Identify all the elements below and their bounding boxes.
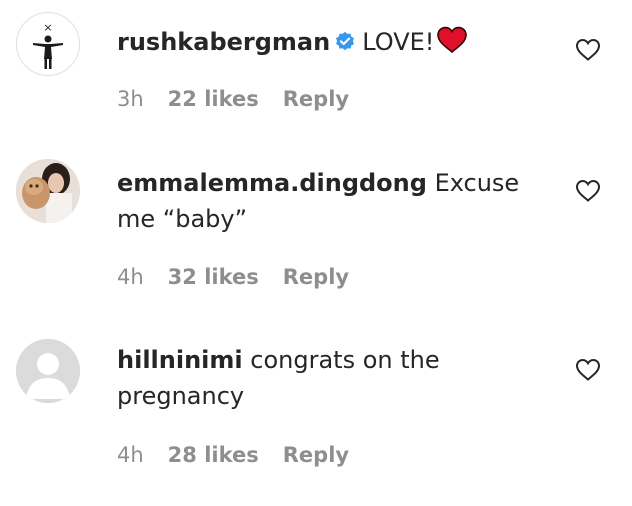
comment-username[interactable]: rushkabergman (117, 28, 330, 56)
comment-username[interactable]: emmalemma.dingdong (117, 169, 427, 197)
comment-likes[interactable]: 22 likes (168, 87, 259, 111)
comment-time: 4h (117, 265, 144, 289)
comment-likes[interactable]: 32 likes (168, 265, 259, 289)
comment-body: LOVE! (362, 28, 435, 56)
avatar[interactable] (16, 339, 80, 403)
avatar[interactable]: × (16, 12, 80, 76)
comment-text: rushkabergman LOVE! (117, 24, 527, 64)
comment-meta: 4h 32 likes Reply (117, 265, 373, 289)
heart-outline-icon[interactable] (575, 38, 601, 62)
comment-meta: 4h 28 likes Reply (117, 443, 373, 467)
heart-outline-icon[interactable] (575, 358, 601, 382)
reply-button[interactable]: Reply (283, 265, 349, 289)
heart-outline-icon[interactable] (575, 179, 601, 203)
comment-time: 3h (117, 87, 144, 111)
reply-button[interactable]: Reply (283, 443, 349, 467)
comment-time: 4h (117, 443, 144, 467)
verified-badge-icon (334, 27, 356, 63)
comment-meta: 3h 22 likes Reply (117, 87, 373, 111)
reply-button[interactable]: Reply (283, 87, 349, 111)
comment-text: hillninimi congrats on the pregnancy (117, 342, 527, 414)
svg-text:×: × (43, 21, 52, 34)
comment-likes[interactable]: 28 likes (168, 443, 259, 467)
comment-username[interactable]: hillninimi (117, 346, 243, 374)
red-heart-emoji-icon (436, 26, 468, 64)
avatar[interactable] (16, 159, 80, 223)
comment-text: emmalemma.dingdong Excuse me “baby” (117, 165, 527, 237)
